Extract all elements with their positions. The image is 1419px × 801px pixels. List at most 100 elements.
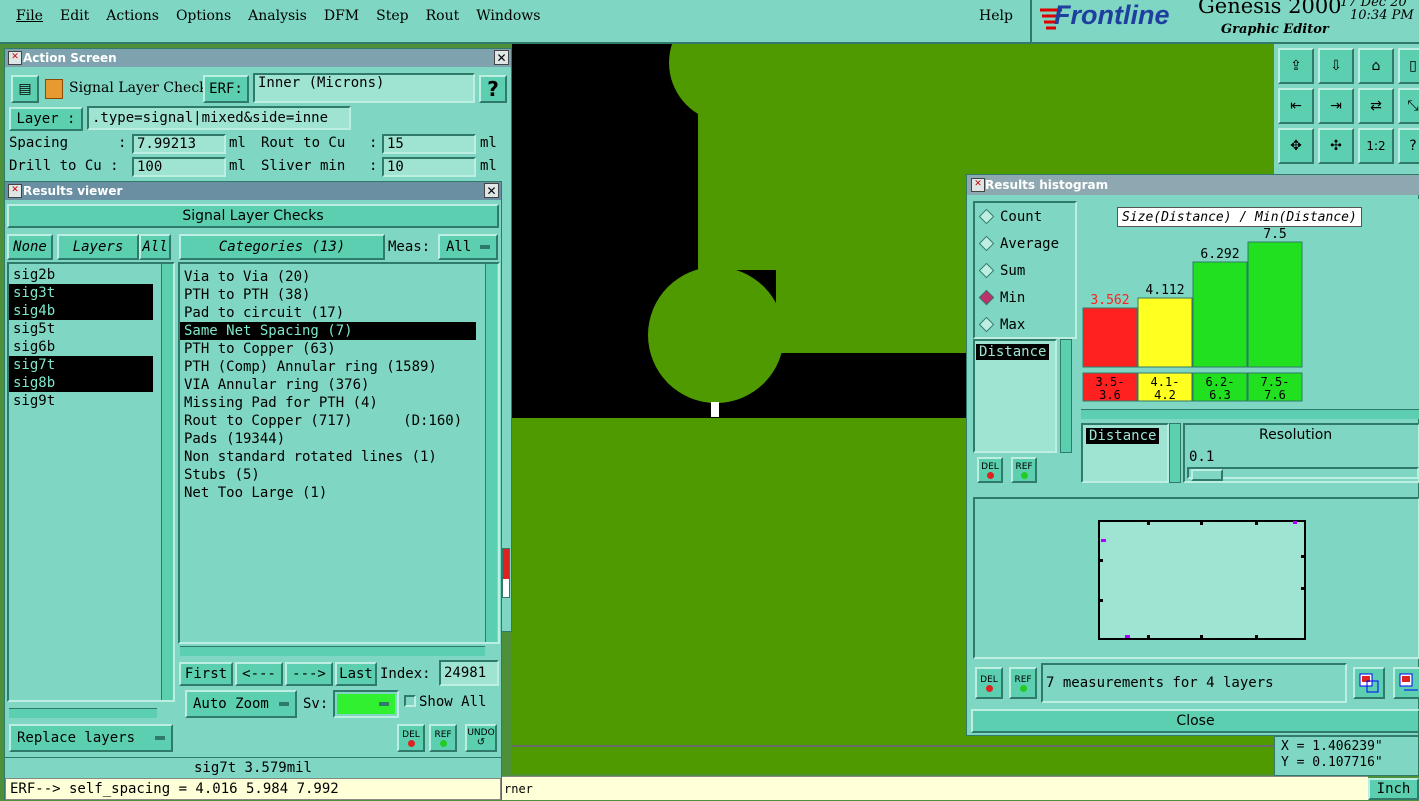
layer-list-item[interactable]: sig5t [9,320,153,338]
category-list-item[interactable]: Via to Via (20) [180,268,498,286]
category-list-item[interactable]: PTH to Copper (63) [180,340,498,358]
spacing-field[interactable]: 7.99213 [132,134,226,154]
category-list-item[interactable]: Net Too Large (1) [180,484,498,502]
drill-field[interactable]: 100 [132,157,226,177]
window-menu-icon[interactable]: ✕ [8,184,22,198]
show-all-checkbox[interactable] [404,695,416,707]
layer-button[interactable]: Layer : [9,107,83,131]
ref-button[interactable]: REF [429,724,457,752]
close-icon[interactable]: ✕ [494,50,509,65]
category-list-item[interactable]: Non standard rotated lines (1) [180,448,498,466]
mode-option-average[interactable]: Average [975,230,1075,257]
mode-option-count[interactable]: Count [975,203,1075,230]
category-list-item[interactable]: Missing Pad for PTH (4) [180,394,498,412]
erf-value-field[interactable]: Inner (Microns) [253,73,475,103]
category-list-item[interactable]: Stubs (5) [180,466,498,484]
layer-list-item[interactable]: sig6b [9,338,153,356]
sv-color-dropdown[interactable] [333,690,399,718]
layer-list-item[interactable]: sig9t [9,392,153,410]
layer-list-item[interactable]: sig4b [9,302,153,320]
mode-option-min[interactable]: Min [975,284,1075,311]
toolbar-fit-icon[interactable]: ✥ [1278,128,1314,164]
radio-icon[interactable] [978,262,995,279]
layer-list-item[interactable]: sig3t [9,284,153,302]
replace-layers-dropdown[interactable]: Replace layers [9,724,173,752]
histogram-bar[interactable] [1247,241,1303,368]
prev-button[interactable]: <--- [235,662,283,686]
distance-field-list[interactable]: Distance [1081,423,1169,483]
next-button[interactable]: ---> [285,662,333,686]
del-button[interactable]: DEL [977,457,1003,483]
close-icon[interactable]: ✕ [484,183,499,198]
category-list-item[interactable]: PTH (Comp) Annular ring (1589) [180,358,498,376]
category-list-item[interactable]: Pads (19344) [180,430,498,448]
sliver-field[interactable]: 10 [382,157,476,177]
layer-list-item[interactable]: sig8b [9,374,153,392]
layer-list[interactable]: sig2b sig3t sig4b sig5t sig6b sig7t sig8b sig9t [7,262,175,702]
erf-button[interactable]: ERF: [203,75,249,103]
layer-list-item[interactable]: sig2b [9,266,153,284]
meas-dropdown[interactable]: All [438,234,498,260]
index-field[interactable]: 24981 [439,660,499,686]
distance-field-scrollbar[interactable] [1169,423,1181,483]
menu-file[interactable]: File [16,8,43,24]
toolbar-help-icon[interactable]: ? [1398,128,1419,164]
del-button[interactable]: DEL [975,667,1003,699]
menu-help[interactable]: Help [979,8,1013,24]
menu-windows[interactable]: Windows [476,8,540,24]
histogram-bar[interactable] [1137,297,1193,368]
menu-analysis[interactable]: Analysis [248,8,307,24]
auto-zoom-dropdown[interactable]: Auto Zoom [185,690,297,718]
toolbar-upload-icon[interactable]: ⇪ [1278,48,1314,84]
report-icon[interactable]: ▤ [11,75,39,103]
resolution-slider-handle[interactable] [1191,469,1223,481]
menu-actions[interactable]: Actions [106,8,159,24]
toolbar-download-icon[interactable]: ⇩ [1318,48,1354,84]
toolbar-page-icon[interactable]: ▯ [1398,48,1419,84]
radio-icon[interactable] [978,235,995,252]
mode-option-max[interactable]: Max [975,311,1075,338]
histogram-hscrollbar[interactable] [1081,409,1419,419]
toolbar-center-icon[interactable]: ✣ [1318,128,1354,164]
first-button[interactable]: First [179,662,233,686]
resolution-slider[interactable] [1187,467,1419,481]
ref-button[interactable]: REF [1009,667,1037,699]
del-button[interactable]: DEL [397,724,425,752]
mode-option-sum[interactable]: Sum [975,257,1075,284]
toolbar-home-icon[interactable]: ⌂ [1358,48,1394,84]
window-menu-icon[interactable]: ✕ [971,178,985,192]
category-hscrollbar[interactable] [180,646,485,656]
toolbar-ratio-icon[interactable]: 1:2 [1358,128,1394,164]
category-list-item[interactable]: Pad to circuit (17) [180,304,498,322]
undo-button[interactable]: UNDO ↺ [465,724,497,752]
category-list-scrollbar[interactable] [485,264,497,642]
distance-field-item[interactable]: Distance [1086,428,1160,444]
ref-button[interactable]: REF [1011,457,1037,483]
menu-options[interactable]: Options [176,8,231,24]
category-list-item[interactable]: PTH to PTH (38) [180,286,498,304]
layout-preview[interactable] [973,497,1419,659]
toolbar-zoom-out-icon[interactable]: ⤡ [1398,88,1419,124]
category-list[interactable]: Via to Via (20) PTH to PTH (38) Pad to cir… [178,262,500,644]
all-button[interactable]: All [139,234,171,260]
rout-field[interactable]: 15 [382,134,476,154]
help-button[interactable]: ? [479,75,507,103]
category-list-item[interactable]: VIA Annular ring (376) [180,376,498,394]
menu-dfm[interactable]: DFM [324,8,359,24]
layer-field[interactable]: .type=signal|mixed&side=inne [87,106,351,130]
menu-rout[interactable]: Rout [426,8,460,24]
none-button[interactable]: None [7,234,53,260]
radio-icon[interactable] [978,316,995,333]
radio-icon[interactable] [978,208,995,225]
distance-list-item[interactable]: Distance [976,344,1050,360]
print-icon[interactable] [1393,667,1419,699]
distance-list[interactable]: Distance [973,339,1057,453]
export-icon[interactable] [1353,667,1385,699]
distance-list-scrollbar[interactable] [1060,339,1072,453]
last-button[interactable]: Last [335,662,377,686]
menu-edit[interactable]: Edit [60,8,89,24]
toolbar-pan-right-icon[interactable]: ⇥ [1318,88,1354,124]
layer-list-item[interactable]: sig7t [9,356,153,374]
toolbar-swap-icon[interactable]: ⇄ [1358,88,1394,124]
units-button[interactable]: Inch [1368,778,1419,800]
